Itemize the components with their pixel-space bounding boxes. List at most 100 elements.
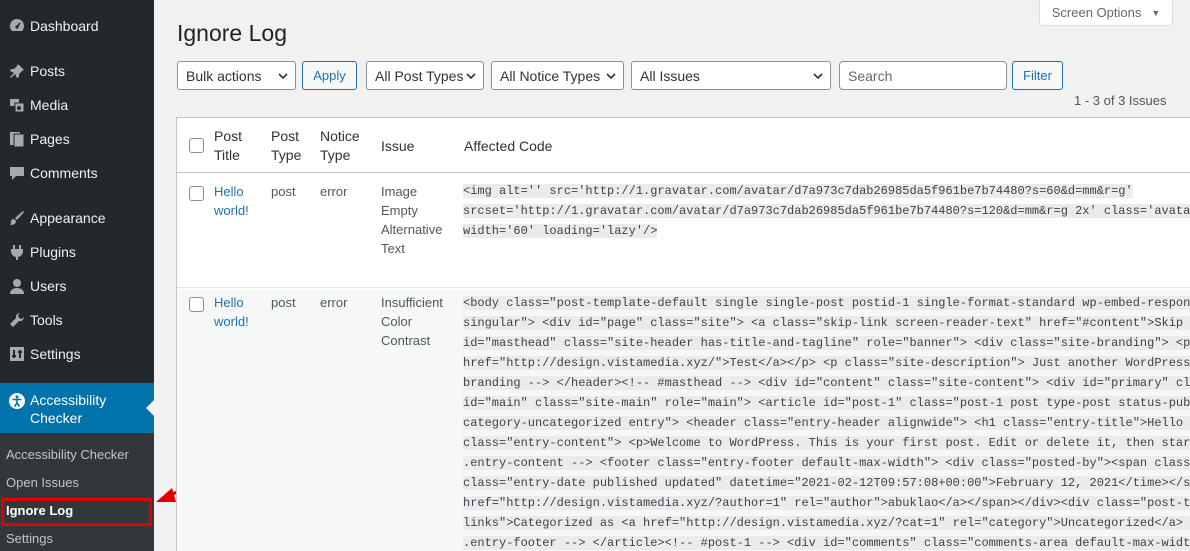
table-header: Post Title Post Type Notice Type Issue A… <box>177 118 1190 173</box>
submenu: Accessibility Checker Open Issues Ignore… <box>0 433 154 551</box>
sidebar-item-label: Settings <box>30 346 81 362</box>
column-post-type[interactable]: Post Type <box>271 127 301 165</box>
chevron-down-icon <box>813 73 823 80</box>
sidebar-item-media[interactable]: Media <box>0 88 154 122</box>
header-line-2: Type <box>271 147 302 163</box>
sidebar-item-posts[interactable]: Posts <box>0 54 154 88</box>
notice-type-cell: error <box>320 295 348 310</box>
sidebar-item-label: Plugins <box>30 244 76 260</box>
caret-down-icon: ▼ <box>1151 7 1161 18</box>
code-line: .entry-footer --> </article><!-- #post-1… <box>463 536 1190 550</box>
issue-line: Alternative <box>381 222 443 237</box>
code-line: branding --> </header><!-- #masthead -->… <box>463 376 1190 390</box>
apply-button[interactable]: Apply <box>302 61 357 90</box>
code-line: href="http://design.vistamedia.xyz/">Tes… <box>463 356 1190 370</box>
page-title: Ignore Log <box>177 20 287 46</box>
title-line-1: Hello <box>214 184 244 199</box>
post-title-link[interactable]: Hello world! <box>214 293 249 331</box>
row-checkbox[interactable] <box>189 186 204 201</box>
chevron-down-icon <box>466 73 476 80</box>
column-issue[interactable]: Issue <box>381 137 414 156</box>
header-line-1: Post <box>214 128 243 144</box>
title-line-2: world! <box>214 203 249 218</box>
sidebar-item-comments[interactable]: Comments <box>0 156 154 190</box>
highlight-box <box>1 498 152 526</box>
sidebar-item-label: Dashboard <box>30 18 99 34</box>
active-indicator <box>146 400 154 416</box>
sidebar-item-tools[interactable]: Tools <box>0 303 154 337</box>
select-all-checkbox[interactable] <box>189 138 204 153</box>
settings-icon <box>2 345 32 363</box>
chevron-down-icon <box>278 73 288 80</box>
issue-line: Insufficient <box>381 295 443 310</box>
wrench-icon <box>2 311 32 329</box>
sidebar-item-dashboard[interactable]: Dashboard <box>0 9 154 43</box>
issue-line: Color <box>381 314 413 329</box>
screen-options-button[interactable]: Screen Options ▼ <box>1039 0 1173 26</box>
code-line: id="masthead" class="site-header has-tit… <box>463 336 1190 350</box>
column-post-title[interactable]: Post Title <box>214 127 242 165</box>
search-input[interactable] <box>839 61 1007 90</box>
column-notice-type[interactable]: Notice Type <box>320 127 360 165</box>
plugin-icon <box>2 243 32 261</box>
code-line: srcset='http://1.gravatar.com/avatar/d7a… <box>463 204 1190 218</box>
code-line: <body class="post-template-default singl… <box>463 296 1190 310</box>
column-affected-code[interactable]: Affected Code <box>464 137 552 156</box>
header-line-1: Post <box>271 128 300 144</box>
select-value: Bulk actions <box>186 67 262 84</box>
code-line: id="main" class="site-main" role="main">… <box>463 396 1190 410</box>
code-line: links">Categorized as <a href="http://de… <box>463 516 1190 530</box>
bulk-actions-select[interactable]: Bulk actions <box>177 61 296 90</box>
sidebar-item-pages[interactable]: Pages <box>0 122 154 156</box>
code-line: .entry-content --> <footer class="entry-… <box>463 456 1190 470</box>
items-count: 1 - 3 of 3 Issues <box>1074 93 1167 108</box>
ignore-log-table: Post Title Post Type Notice Type Issue A… <box>176 117 1190 551</box>
submenu-item-accessibility-checker[interactable]: Accessibility Checker <box>6 447 129 462</box>
user-icon <box>2 277 32 295</box>
pin-icon <box>2 62 32 80</box>
submenu-item-settings[interactable]: Settings <box>6 531 53 546</box>
sidebar-item-users[interactable]: Users <box>0 269 154 303</box>
chevron-down-icon <box>606 73 616 80</box>
sidebar-item-settings[interactable]: Settings <box>0 337 154 371</box>
notice-types-select[interactable]: All Notice Types <box>491 61 624 90</box>
filter-button[interactable]: Filter <box>1012 61 1063 90</box>
sidebar-item-appearance[interactable]: Appearance <box>0 201 154 235</box>
comment-icon <box>2 164 32 182</box>
post-title-link[interactable]: Hello world! <box>214 182 249 220</box>
table-row: Hello world! post error Insufficient Col… <box>177 289 1190 551</box>
sidebar-item-label: Comments <box>30 165 98 181</box>
admin-sidebar: Dashboard Posts Media Pages Comments App… <box>0 0 154 551</box>
code-line: href="http://design.vistamedia.xyz/?auth… <box>463 496 1190 510</box>
header-line-1: Notice <box>320 128 360 144</box>
media-icon <box>2 96 32 114</box>
affected-code-cell: <img alt='' src='http://1.gravatar.com/a… <box>463 181 1190 241</box>
issue-line: Image <box>381 184 418 199</box>
sidebar-item-label: Appearance <box>30 210 106 226</box>
issue-cell: Insufficient Color Contrast <box>381 293 443 350</box>
screen-options-label: Screen Options <box>1051 5 1142 20</box>
select-value: All Post Types <box>375 67 464 84</box>
sidebar-item-label: Users <box>30 278 67 294</box>
select-value: All Issues <box>640 67 700 84</box>
submenu-item-open-issues[interactable]: Open Issues <box>6 475 79 490</box>
issue-line: Contrast <box>381 333 431 348</box>
sidebar-item-plugins[interactable]: Plugins <box>0 235 154 269</box>
code-line: class="entry-date published updated" dat… <box>463 476 1190 490</box>
code-line: <img alt='' src='http://1.gravatar.com/a… <box>463 184 1133 198</box>
post-types-select[interactable]: All Post Types <box>366 61 484 90</box>
dashboard-icon <box>2 17 32 35</box>
sidebar-item-label: Pages <box>30 131 70 147</box>
code-line: width='60' loading='lazy'/> <box>463 224 658 238</box>
issue-line: Empty <box>381 203 418 218</box>
sidebar-item-accessibility-checker[interactable]: Accessibility Checker <box>0 383 154 433</box>
sidebar-item-label: Accessibility Checker <box>30 391 106 427</box>
issues-select[interactable]: All Issues <box>631 61 831 90</box>
notice-type-cell: error <box>320 184 348 199</box>
sidebar-item-label: Media <box>30 97 69 113</box>
select-value: All Notice Types <box>500 67 601 84</box>
row-checkbox[interactable] <box>189 297 204 312</box>
accessibility-icon <box>2 391 32 410</box>
table-row: Hello world! post error Image Empty Alte… <box>177 174 1190 288</box>
title-line-1: Hello <box>214 295 244 310</box>
